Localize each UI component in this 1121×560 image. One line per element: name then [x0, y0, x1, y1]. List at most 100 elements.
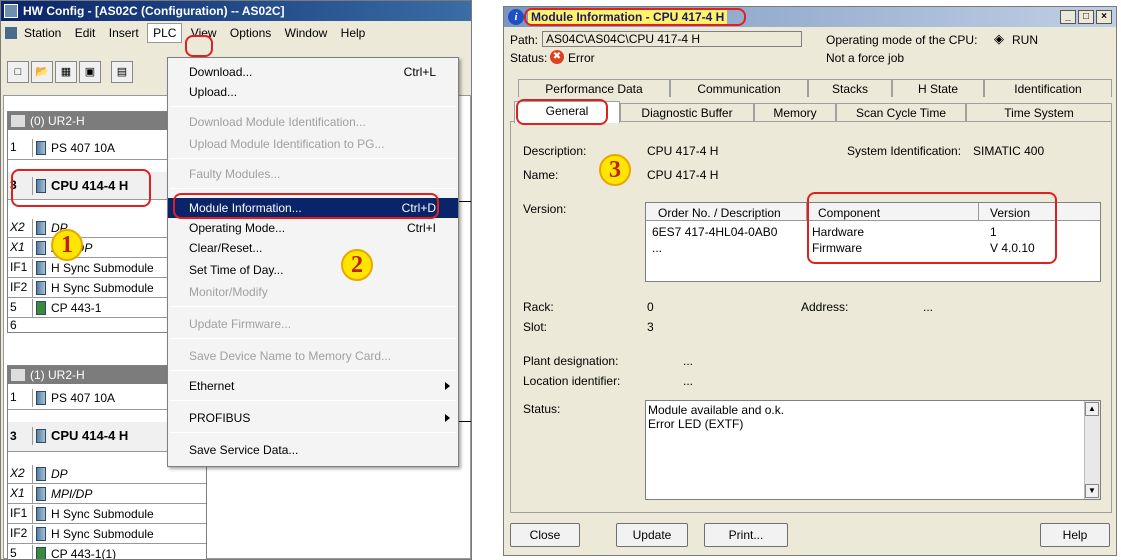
header-order-no: Order No. / Description — [658, 206, 781, 220]
menu-item-monitor-modify[interactable]: Monitor/Modify — [168, 282, 458, 302]
open-icon[interactable]: 📂 — [31, 61, 53, 83]
close-x-button[interactable]: × — [1096, 10, 1112, 24]
general-panel: Description: CPU 417-4 H System Identifi… — [510, 121, 1112, 513]
submenu-arrow-icon — [445, 382, 450, 390]
path-label: Path: — [510, 33, 539, 47]
network-icon[interactable]: ▦ — [55, 61, 77, 83]
update-button[interactable]: Update — [616, 523, 688, 547]
save-icon[interactable]: ▣ — [79, 61, 101, 83]
address-value: ... — [923, 300, 934, 314]
menu-separator — [170, 400, 456, 401]
status-textbox[interactable]: Module available and o.k. Error LED (EXT… — [645, 400, 1101, 500]
rack-row[interactable]: IF2 H Sync Submodule — [8, 524, 206, 544]
opmode-label: Operating mode of the CPU: — [826, 33, 978, 47]
menu-options[interactable]: Options — [225, 24, 276, 42]
version-label: Version: — [523, 202, 567, 216]
rack-row[interactable]: IF1 H Sync Submodule — [8, 504, 206, 524]
path-field: AS04C\AS04C\CPU 417-4 H — [542, 31, 802, 47]
menu-item-clear-reset[interactable]: Clear/Reset... — [168, 238, 458, 258]
tab-memory[interactable]: Memory — [754, 103, 836, 121]
plant-value: ... — [683, 354, 694, 368]
tab-h-state[interactable]: H State — [892, 79, 984, 97]
description-value: CPU 417-4 H — [647, 144, 719, 158]
menu-item-upload-module-id[interactable]: Upload Module Identification to PG... — [168, 134, 458, 154]
slot-label: Slot: — [523, 320, 548, 334]
name-value: CPU 417-4 H — [647, 168, 719, 182]
slot-value: 3 — [647, 320, 654, 334]
plant-label: Plant designation: — [523, 354, 619, 368]
menu-separator — [170, 188, 456, 189]
menu-item-download[interactable]: Download... Ctrl+L — [168, 62, 458, 82]
version-highlight — [807, 192, 1057, 264]
module-info-window: i Module Information - CPU 417-4 H _ □ ×… — [503, 6, 1117, 556]
opmode-value: RUN — [1012, 33, 1038, 47]
module-info-highlight — [173, 193, 439, 219]
plc-menu: Download... Ctrl+L Upload... Download Mod… — [167, 57, 459, 467]
hw-menubar: Station Edit Insert PLC View Options Win… — [1, 23, 471, 45]
title-highlight — [524, 8, 746, 26]
tab-stacks[interactable]: Stacks — [808, 79, 892, 97]
scroll-up-icon[interactable]: ▲ — [1085, 402, 1099, 416]
new-icon[interactable]: □ — [7, 61, 29, 83]
maximize-button[interactable]: □ — [1078, 10, 1094, 24]
menu-station[interactable]: Station — [19, 24, 66, 42]
order-no-more: ... — [652, 241, 663, 255]
error-icon: ✖ — [550, 50, 564, 64]
general-tab-highlight — [516, 99, 608, 125]
scroll-down-icon[interactable]: ▼ — [1085, 484, 1099, 498]
location-label: Location identifier: — [523, 374, 621, 388]
station-menu-icon — [5, 27, 17, 39]
compile-icon[interactable]: ▤ — [111, 61, 133, 83]
menu-plc[interactable]: PLC — [147, 23, 183, 43]
tab-communication[interactable]: Communication — [670, 79, 808, 97]
menu-separator — [170, 370, 456, 371]
menu-item-faulty-modules[interactable]: Faulty Modules... — [168, 164, 458, 184]
status-label: Status: — [510, 51, 548, 65]
status-line: Module available and o.k. — [648, 403, 785, 417]
menu-window[interactable]: Window — [280, 24, 333, 42]
menu-edit[interactable]: Edit — [70, 24, 101, 42]
plc-menu-highlight — [185, 35, 213, 57]
menu-item-update-firmware[interactable]: Update Firmware... — [168, 314, 458, 334]
menu-help[interactable]: Help — [336, 24, 371, 42]
rack-icon — [11, 369, 25, 381]
menu-separator — [170, 338, 456, 339]
sysid-label: System Identification: — [847, 144, 962, 158]
menu-insert[interactable]: Insert — [104, 24, 144, 42]
description-label: Description: — [523, 144, 587, 158]
hw-config-titlebar: HW Config - [AS02C (Configuration) -- AS… — [1, 1, 471, 21]
menu-item-download-module-id[interactable]: Download Module Identification... — [168, 112, 458, 132]
rack-value: 0 — [647, 300, 654, 314]
menu-item-ethernet[interactable]: Ethernet — [168, 376, 458, 396]
rack-icon — [11, 115, 25, 127]
callout-1: 1 — [51, 229, 83, 261]
hw-config-title: HW Config - [AS02C (Configuration) -- AS… — [23, 4, 285, 18]
location-value: ... — [683, 374, 694, 388]
menu-item-save-service-data[interactable]: Save Service Data... — [168, 440, 458, 460]
status-value: Error — [568, 51, 595, 65]
tab-scan-cycle-time[interactable]: Scan Cycle Time — [836, 103, 966, 121]
rack-row[interactable]: 5 CP 443-1(1) — [8, 544, 206, 559]
minimize-button[interactable]: _ — [1060, 10, 1076, 24]
tab-performance-data[interactable]: Performance Data — [518, 79, 670, 97]
status-line: Error LED (EXTF) — [648, 417, 744, 431]
print-button[interactable]: Print... — [704, 523, 788, 547]
menu-item-set-time[interactable]: Set Time of Day... — [168, 260, 458, 280]
close-button[interactable]: Close — [510, 523, 580, 547]
cpu-row-highlight — [11, 169, 151, 207]
callout-3: 3 — [599, 154, 631, 186]
tab-identification[interactable]: Identification — [984, 79, 1112, 97]
menu-separator — [170, 306, 456, 307]
menu-item-profibus[interactable]: PROFIBUS — [168, 408, 458, 428]
tab-diagnostic-buffer[interactable]: Diagnostic Buffer — [620, 103, 754, 121]
status2-label: Status: — [523, 402, 561, 416]
menu-separator — [170, 432, 456, 433]
menu-item-operating-mode[interactable]: Operating Mode... Ctrl+I — [168, 218, 458, 238]
rack-row[interactable]: X2 DP — [8, 464, 206, 484]
help-button[interactable]: Help — [1040, 523, 1110, 547]
menu-item-upload[interactable]: Upload... — [168, 82, 458, 102]
run-icon: ◈ — [994, 31, 1004, 46]
menu-item-save-device-name[interactable]: Save Device Name to Memory Card... — [168, 346, 458, 366]
tab-time-system[interactable]: Time System — [966, 103, 1112, 121]
rack-row[interactable]: X1MPI/DP — [8, 484, 206, 504]
